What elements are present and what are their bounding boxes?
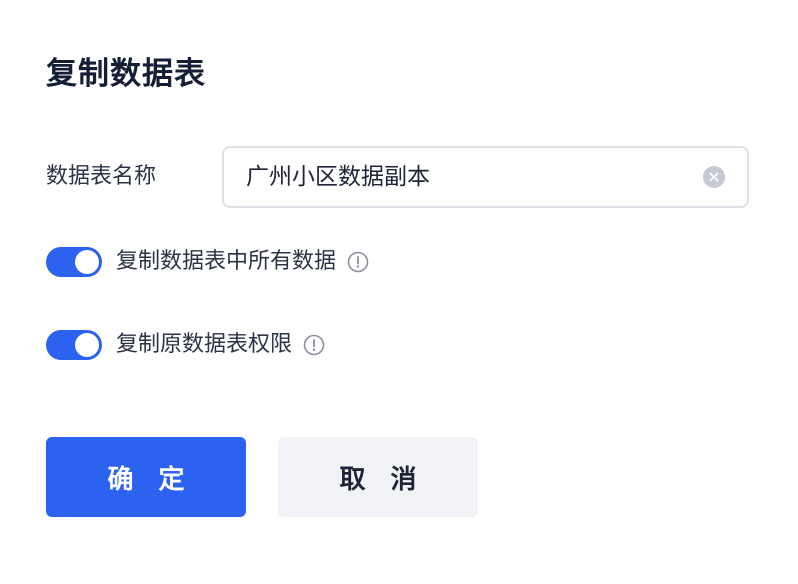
option-copy-all-data: 复制数据表中所有数据 (46, 246, 369, 278)
copy-permissions-label: 复制原数据表权限 (116, 332, 293, 357)
confirm-button[interactable]: 确 定 (46, 437, 246, 517)
copy-permissions-toggle[interactable] (46, 330, 102, 360)
copy-all-data-label: 复制数据表中所有数据 (116, 249, 337, 274)
info-icon[interactable] (347, 251, 369, 273)
toggle-knob (75, 250, 99, 274)
info-icon[interactable] (303, 334, 325, 356)
clear-icon[interactable] (703, 166, 725, 188)
dialog-title: 复制数据表 (46, 56, 206, 92)
cancel-button[interactable]: 取 消 (278, 437, 478, 517)
option-copy-permissions: 复制原数据表权限 (46, 329, 325, 361)
copy-all-data-toggle[interactable] (46, 247, 102, 277)
copy-table-dialog: 复制数据表 数据表名称 复制数据表中所有数据 复制原数据表权限 (0, 0, 798, 584)
table-name-label: 数据表名称 (46, 164, 157, 189)
toggle-knob (75, 333, 99, 357)
table-name-field[interactable] (222, 146, 749, 208)
table-name-input[interactable] (246, 148, 686, 206)
